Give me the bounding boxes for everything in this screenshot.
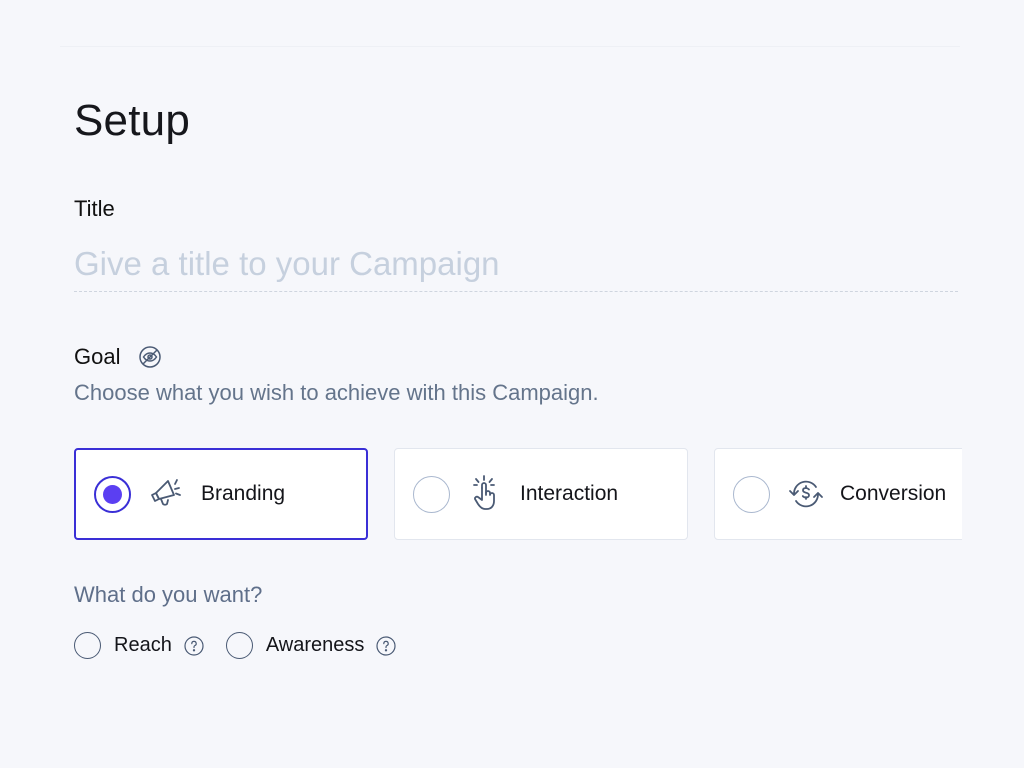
goal-options: Branding Interaction Conversion: [74, 448, 962, 540]
want-option-label: Awareness: [265, 634, 365, 656]
question-circle-icon[interactable]: [184, 635, 204, 656]
question-circle-icon[interactable]: [376, 635, 396, 656]
goal-card-interaction[interactable]: Interaction: [394, 448, 688, 540]
reach-radio[interactable]: [74, 632, 101, 659]
radio-selected-dot: [103, 484, 122, 504]
want-options: Reach Awareness: [74, 632, 418, 659]
goal-card-conversion[interactable]: Conversion: [714, 448, 962, 540]
goal-card-label: Conversion: [840, 482, 947, 505]
page-title: Setup: [74, 96, 190, 145]
want-option-label: Reach: [114, 634, 172, 656]
goal-header: Goal: [74, 344, 162, 370]
goal-radio-conversion[interactable]: [733, 475, 770, 513]
dollar-cycle-icon: [786, 474, 826, 514]
goal-card-branding[interactable]: Branding: [74, 448, 368, 540]
goal-card-label: Interaction: [520, 482, 619, 505]
goal-label: Goal: [74, 344, 121, 369]
goal-description: Choose what you wish to achieve with thi…: [74, 380, 599, 405]
goal-radio-branding[interactable]: [94, 475, 131, 513]
eye-slash-icon[interactable]: [138, 345, 162, 369]
want-option-reach[interactable]: Reach: [74, 632, 204, 659]
goal-radio-interaction[interactable]: [413, 475, 450, 513]
tap-hand-icon: [466, 474, 506, 514]
setup-panel: Setup Title Goal Choose what you wish to…: [74, 0, 962, 768]
awareness-radio[interactable]: [225, 632, 253, 659]
want-heading: What do you want?: [74, 582, 263, 607]
goal-card-label: Branding: [201, 482, 286, 505]
title-label: Title: [74, 196, 115, 221]
want-option-awareness[interactable]: Awareness: [225, 632, 397, 659]
megaphone-icon: [147, 474, 187, 514]
campaign-title-input[interactable]: [74, 236, 958, 292]
